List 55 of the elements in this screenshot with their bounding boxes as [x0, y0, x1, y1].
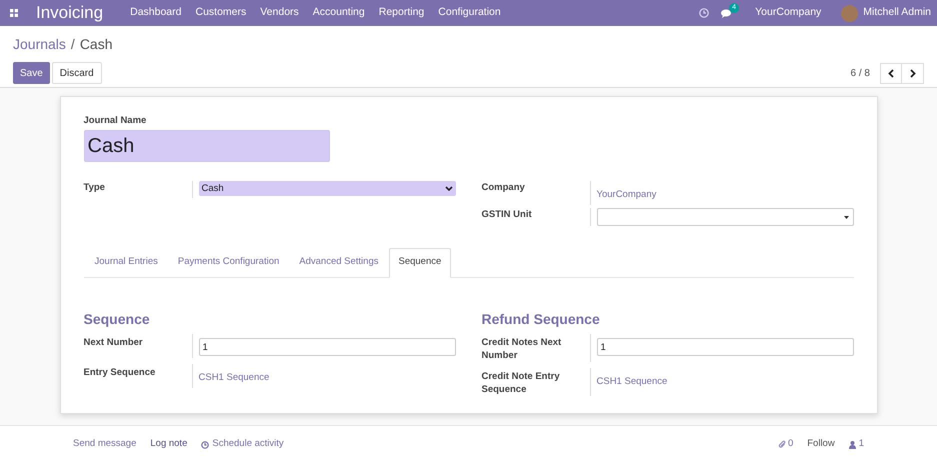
tab[interactable]: Payments Configuration	[168, 248, 290, 276]
caret-down-icon	[844, 216, 848, 219]
record-link[interactable]: CSH1 Sequence	[596, 376, 668, 386]
person-icon	[848, 440, 856, 448]
breadcrumb-current: Cash	[80, 35, 112, 54]
paperclip-icon	[778, 440, 786, 449]
pager-counter: 6 / 8	[850, 66, 870, 80]
send-message-link[interactable]: Send message	[73, 437, 136, 452]
previous-button[interactable]	[880, 62, 902, 84]
attachments-button[interactable]: 0	[778, 437, 794, 452]
tab[interactable]: Sequence	[388, 248, 452, 278]
apps-grid-icon[interactable]	[10, 9, 18, 17]
menu-item[interactable]: Customers	[195, 5, 246, 21]
chevron-left-icon	[888, 68, 894, 78]
company-switcher[interactable]: YourCompany	[755, 5, 822, 21]
breadcrumb-separator: /	[70, 35, 75, 54]
chevron-right-icon	[910, 68, 916, 78]
schedule-activity-link[interactable]: Schedule activity	[201, 437, 284, 452]
clock-icon[interactable]	[699, 8, 710, 18]
field-label: Journal Name	[84, 114, 148, 128]
chevron-down-icon	[444, 186, 452, 192]
tab[interactable]: Journal Entries	[84, 248, 168, 276]
save-button[interactable]: Save	[13, 62, 50, 84]
journal-name-input[interactable]: Cash	[84, 130, 330, 162]
record-link[interactable]: YourCompany	[596, 189, 656, 200]
field-label: GSTIN Unit	[482, 208, 533, 222]
section-title: Refund Sequence	[482, 310, 601, 329]
clock-icon	[201, 440, 210, 448]
field-label: Entry Sequence	[84, 366, 156, 380]
next-button[interactable]	[902, 62, 924, 84]
menu-item[interactable]: Accounting	[312, 5, 365, 21]
text-input[interactable]: 1	[596, 338, 854, 356]
follow-button[interactable]: Follow	[807, 437, 835, 452]
section-title: Sequence	[84, 310, 151, 329]
menu-item[interactable]: Configuration	[438, 5, 501, 21]
text-input[interactable]: 1	[198, 338, 456, 356]
followers-button[interactable]: 1	[848, 437, 864, 452]
menu-item[interactable]: Vendors	[260, 5, 299, 21]
field-label: Company	[482, 181, 526, 196]
tab[interactable]: Advanced Settings	[289, 248, 388, 276]
dropdown-field[interactable]	[596, 208, 854, 226]
discard-button[interactable]: Discard	[52, 62, 102, 84]
breadcrumb-link[interactable]: Journals	[13, 34, 66, 55]
field-label: Credit Note Entry Sequence	[482, 370, 561, 396]
record-link[interactable]: CSH1 Sequence	[198, 372, 270, 382]
field-label: Type	[84, 181, 106, 196]
type-select[interactable]: Cash	[198, 181, 456, 196]
field-label: Next Number	[84, 336, 144, 350]
user-menu[interactable]: Mitchell Admin	[863, 5, 931, 21]
menu-item[interactable]: Reporting	[378, 5, 424, 21]
field-label: Credit Notes Next Number	[482, 336, 562, 362]
chat-bubbles-icon	[721, 9, 734, 18]
app-name[interactable]: Invoicing	[36, 0, 104, 26]
menu-item[interactable]: Dashboard	[130, 5, 182, 21]
log-note-link[interactable]: Log note	[150, 437, 188, 452]
